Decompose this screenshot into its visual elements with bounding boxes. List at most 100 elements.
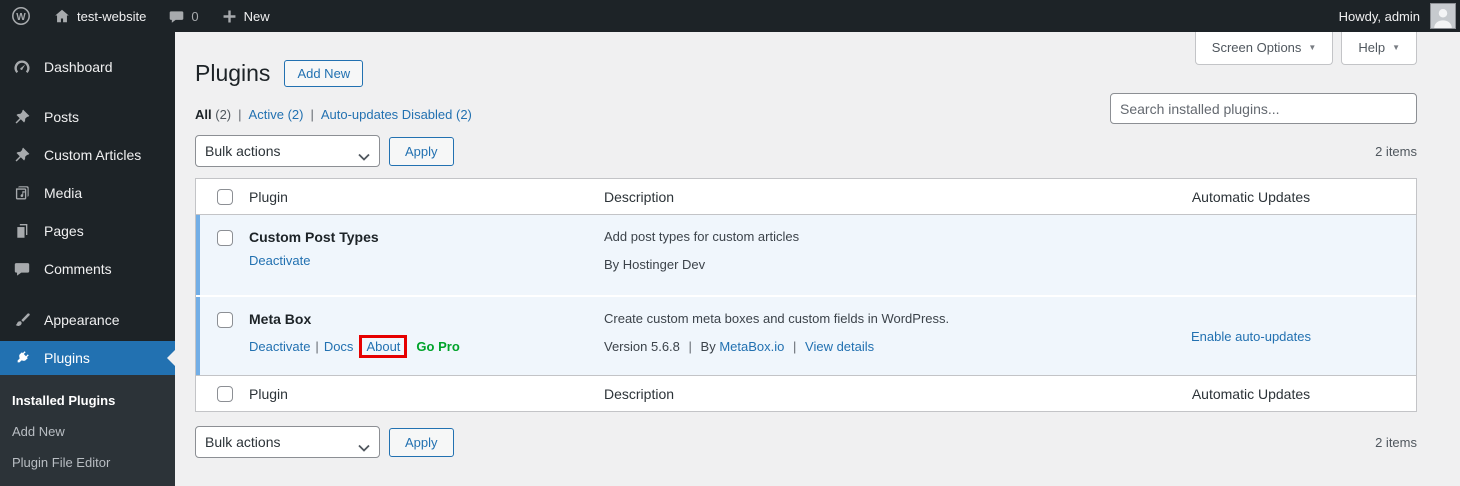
filter-active[interactable]: Active (2) [249, 107, 304, 122]
comment-count: 0 [191, 8, 199, 24]
plugin-description: Create custom meta boxes and custom fiel… [604, 311, 950, 326]
docs-link[interactable]: Docs [324, 339, 354, 354]
enable-auto-updates-link[interactable]: Enable auto-updates [1191, 329, 1311, 344]
active-menu-arrow [167, 350, 175, 366]
sidebar-item-comments[interactable]: Comments [0, 252, 175, 286]
filter-separator: | [238, 107, 242, 122]
menu-separator [0, 88, 175, 100]
column-header-plugin[interactable]: Plugin [249, 189, 604, 205]
sidebar-item-dashboard[interactable]: Dashboard [0, 50, 175, 84]
sidebar-item-label: Dashboard [44, 59, 113, 75]
sidebar-item-media[interactable]: Media [0, 176, 175, 210]
submenu-plugin-file-editor[interactable]: Plugin File Editor [0, 447, 175, 478]
view-details-link[interactable]: View details [805, 339, 874, 354]
sidebar-item-posts[interactable]: Posts [0, 100, 175, 134]
sidebar-item-pages[interactable]: Pages [0, 214, 175, 248]
column-footer-plugin[interactable]: Plugin [249, 386, 604, 402]
sidebar-item-label: Plugins [44, 350, 90, 366]
comments-menu[interactable]: 0 [157, 0, 209, 32]
about-link-highlight-box: About [359, 335, 408, 358]
sidebar-item-plugins[interactable]: Plugins [0, 341, 175, 375]
plugins-table: Plugin Description Automatic Updates Cus… [195, 178, 1417, 412]
plus-icon [221, 8, 238, 25]
sidebar-item-appearance[interactable]: Appearance [0, 303, 175, 337]
submenu-add-new[interactable]: Add New [0, 416, 175, 447]
column-header-description: Description [604, 188, 675, 205]
comment-bubble-icon [168, 8, 185, 25]
filter-all[interactable]: All (2) [195, 107, 231, 122]
filter-autoupdates-disabled[interactable]: Auto-updates Disabled (2) [321, 107, 472, 122]
table-footer-row: Plugin Description Automatic Updates [196, 375, 1416, 411]
deactivate-link[interactable]: Deactivate [249, 339, 310, 354]
plugin-description: Add post types for custom articles [604, 229, 800, 244]
chevron-down-icon: ▼ [1308, 43, 1317, 52]
apply-button[interactable]: Apply [389, 136, 454, 166]
version-text: Version 5.6.8 [604, 339, 680, 354]
svg-text:W: W [16, 12, 26, 23]
bulk-actions-select[interactable]: Bulk actions [195, 135, 380, 167]
main-content: Screen Options ▼ Help ▼ Plugins Add New … [175, 32, 1460, 480]
row-checkbox[interactable] [217, 312, 233, 328]
sidebar-item-label: Posts [44, 109, 80, 125]
chevron-down-icon [358, 148, 370, 164]
admin-bar: W test-website 0 New Howdy, admin [0, 0, 1460, 32]
bulk-actions-value: Bulk actions [205, 143, 281, 159]
screen-options-button[interactable]: Screen Options ▼ [1194, 32, 1334, 65]
filter-all-count: (2) [215, 107, 232, 122]
site-menu[interactable]: test-website [42, 0, 157, 32]
sidebar-item-label: Comments [44, 261, 112, 277]
plugin-name: Meta Box [249, 311, 312, 327]
table-header-row: Plugin Description Automatic Updates [196, 179, 1416, 215]
menu-separator [0, 290, 175, 303]
screen-options-label: Screen Options [1211, 40, 1302, 55]
items-count: 2 items [1375, 143, 1417, 159]
pages-icon [12, 221, 32, 241]
plugins-icon [12, 348, 32, 368]
submenu-installed-plugins[interactable]: Installed Plugins [0, 385, 175, 416]
home-icon [53, 7, 71, 25]
bulk-actions-select-bottom[interactable]: Bulk actions [195, 426, 380, 458]
plugins-submenu: Installed Plugins Add New Plugin File Ed… [0, 375, 175, 486]
meta-separator: | [793, 339, 797, 354]
media-icon [12, 183, 32, 203]
apply-button-bottom[interactable]: Apply [389, 427, 454, 457]
about-link[interactable]: About [366, 339, 400, 354]
auto-updates-cell [1086, 215, 1416, 295]
filter-separator: | [310, 107, 314, 122]
active-plugin-stripe [196, 215, 200, 295]
sidebar-item-label: Pages [44, 223, 84, 239]
avatar[interactable] [1430, 3, 1456, 29]
author-link[interactable]: MetaBox.io [719, 339, 784, 354]
column-footer-description: Description [604, 385, 675, 402]
submenu-item-label: Installed Plugins [12, 393, 116, 408]
admin-sidebar: Dashboard Posts Custom Articles Media Pa… [0, 32, 175, 486]
select-all-checkbox[interactable] [217, 188, 233, 205]
go-pro-link[interactable]: Go Pro [416, 339, 459, 354]
search-input[interactable] [1110, 93, 1417, 124]
howdy-text: Howdy, admin [1338, 8, 1420, 24]
wordpress-logo-icon: W [11, 6, 31, 26]
column-footer-auto-updates: Automatic Updates [1191, 385, 1311, 402]
plugin-byline: By Hostinger Dev [604, 257, 706, 272]
site-name: test-website [77, 8, 147, 24]
add-new-button[interactable]: Add New [284, 59, 364, 87]
new-content-menu[interactable]: New [210, 0, 281, 32]
items-count-bottom: 2 items [1375, 434, 1417, 450]
sidebar-item-label: Appearance [44, 312, 120, 328]
wordpress-logo-menu[interactable]: W [0, 0, 42, 32]
chevron-down-icon [358, 439, 370, 455]
new-label: New [243, 8, 270, 24]
comments-icon [12, 259, 32, 279]
sidebar-item-custom-articles[interactable]: Custom Articles [0, 138, 175, 172]
row-checkbox[interactable] [217, 230, 233, 246]
chevron-down-icon: ▼ [1392, 43, 1400, 52]
deactivate-link[interactable]: Deactivate [249, 253, 310, 268]
select-all-checkbox[interactable] [217, 385, 233, 402]
dashboard-icon [12, 57, 32, 77]
help-button[interactable]: Help ▼ [1341, 32, 1417, 65]
pin-icon [12, 107, 32, 127]
active-plugin-stripe [196, 297, 200, 375]
help-label: Help [1358, 40, 1386, 55]
submenu-item-label: Add New [12, 424, 65, 439]
account-menu[interactable]: Howdy, admin [1328, 0, 1422, 32]
